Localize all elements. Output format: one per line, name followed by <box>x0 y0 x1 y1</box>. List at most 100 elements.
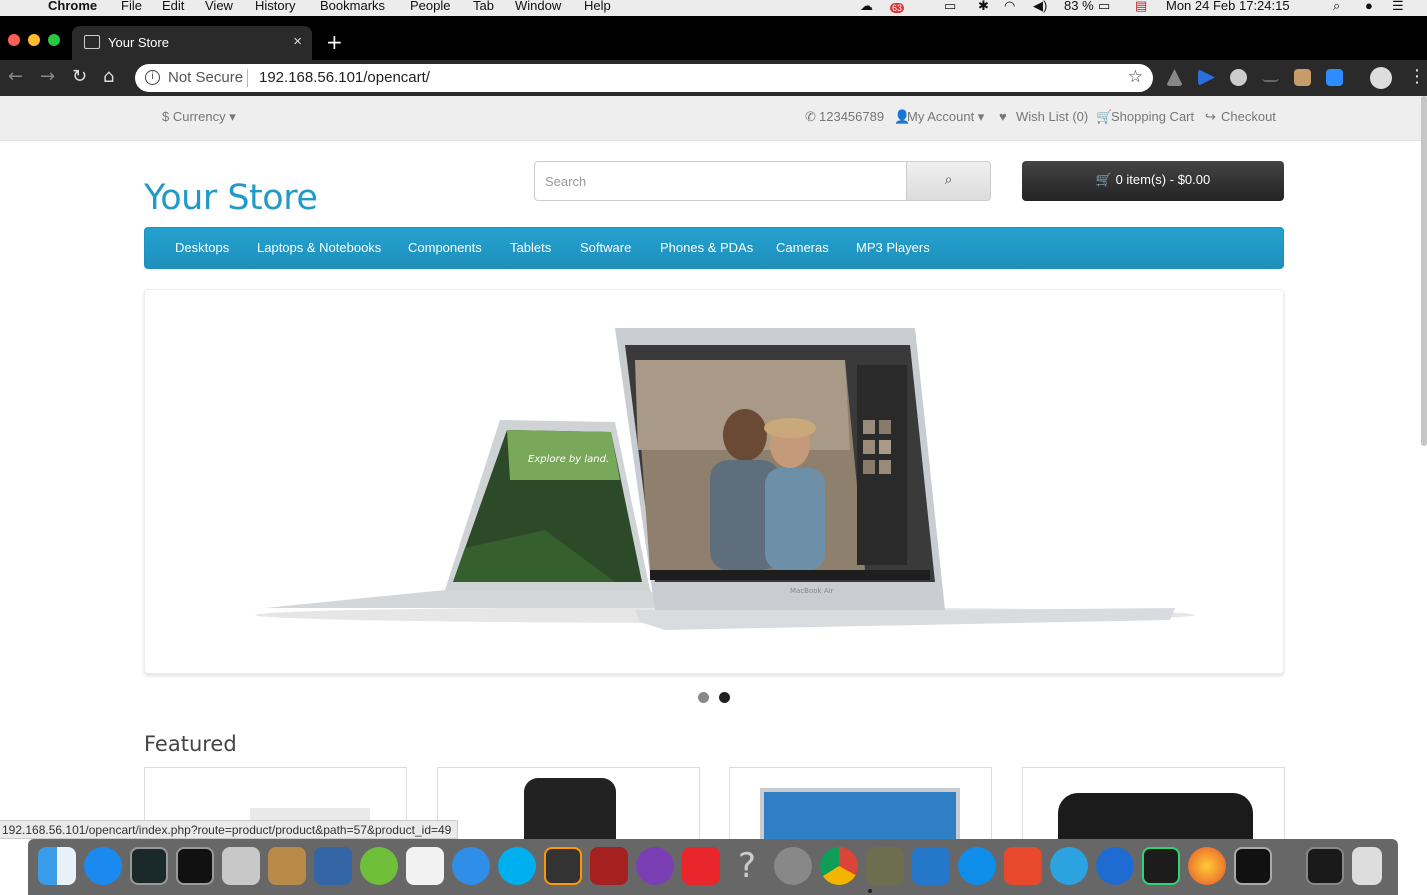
vscode-icon[interactable] <box>912 847 950 885</box>
wishlist-link[interactable]: Wish List (0) <box>1016 109 1088 124</box>
menu-edit[interactable]: Edit <box>162 0 184 13</box>
menu-software[interactable]: Software <box>580 240 631 255</box>
virtualbox-icon[interactable] <box>314 847 352 885</box>
slideshow-banner[interactable]: Explore by land. MacBook Air <box>144 289 1284 674</box>
menu-help[interactable]: Help <box>584 0 611 13</box>
console-icon[interactable] <box>1306 847 1344 885</box>
menu-history[interactable]: History <box>255 0 295 13</box>
spotlight-icon[interactable]: ⌕ <box>1333 0 1340 14</box>
profile-avatar[interactable] <box>1370 67 1392 89</box>
creative-cloud-icon[interactable]: ☁ <box>860 0 873 14</box>
menu-tab[interactable]: Tab <box>473 0 494 13</box>
chrome-menu-icon[interactable]: ⋮ <box>1408 66 1426 87</box>
security-label[interactable]: Not Secure <box>168 69 243 86</box>
zoom-window-button[interactable] <box>48 34 60 46</box>
menu-tablets[interactable]: Tablets <box>510 240 551 255</box>
checkout-link[interactable]: Checkout <box>1221 109 1276 124</box>
anydesk-icon[interactable] <box>682 847 720 885</box>
product-card-3[interactable] <box>729 767 992 839</box>
product-image-iphone[interactable] <box>524 778 616 839</box>
firefox-icon[interactable] <box>1188 847 1226 885</box>
airplay-icon[interactable]: ▭ <box>944 0 956 14</box>
menu-window[interactable]: Window <box>515 0 561 13</box>
reload-icon[interactable]: ↻ <box>72 66 87 87</box>
screen-recorder-icon[interactable] <box>1234 847 1272 885</box>
flag-icon[interactable]: ▤ <box>1135 0 1147 14</box>
close-tab-icon[interactable]: × <box>293 33 302 50</box>
shopping-cart-link[interactable]: Shopping Cart <box>1111 109 1194 124</box>
new-tab-button[interactable]: + <box>326 30 343 54</box>
back-icon[interactable]: ← <box>8 66 23 87</box>
teamviewer-icon[interactable] <box>958 847 996 885</box>
wifi-icon[interactable]: ◠ <box>1004 0 1015 14</box>
menu-bookmarks[interactable]: Bookmarks <box>320 0 385 13</box>
product-card-2[interactable] <box>437 767 700 839</box>
clock[interactable]: Mon 24 Feb 17:24:15 <box>1166 0 1290 13</box>
address-bar[interactable]: i Not Secure 192.168.56.101/opencart/ ☆ <box>135 64 1153 92</box>
home-icon[interactable]: ⌂ <box>103 66 114 87</box>
utorrent-icon[interactable] <box>360 847 398 885</box>
menu-cameras[interactable]: Cameras <box>776 240 829 255</box>
notification-center-icon[interactable]: ☰ <box>1392 0 1404 14</box>
store-logo[interactable]: Your Store <box>144 178 318 218</box>
menu-people[interactable]: People <box>410 0 450 13</box>
close-window-button[interactable] <box>8 34 20 46</box>
menu-laptops-notebooks[interactable]: Laptops & Notebooks <box>257 240 381 255</box>
gimp-icon[interactable] <box>866 847 904 885</box>
page-scrollbar[interactable] <box>1421 96 1427 446</box>
menu-mp3-players[interactable]: MP3 Players <box>856 240 930 255</box>
zoom-extension-icon[interactable] <box>1326 69 1343 86</box>
url-text[interactable]: 192.168.56.101/opencart/ <box>259 69 430 86</box>
currency-dropdown[interactable]: $ Currency ▾ <box>162 109 236 125</box>
menu-view[interactable]: View <box>205 0 233 13</box>
slide-indicator-1[interactable] <box>698 692 709 703</box>
circle-extension-icon[interactable] <box>1230 69 1247 86</box>
system-preferences-icon[interactable] <box>774 847 812 885</box>
terminal-icon[interactable] <box>176 847 214 885</box>
bluetooth-icon[interactable]: ✱ <box>978 0 989 14</box>
volume-icon[interactable]: ◀) <box>1033 0 1047 14</box>
pulse-extension-icon[interactable] <box>1262 72 1279 82</box>
product-card-4[interactable] <box>1022 767 1285 839</box>
avatar-extension-icon[interactable] <box>1294 69 1311 86</box>
network-app-icon[interactable] <box>1096 847 1134 885</box>
tab-your-store[interactable]: Your Store × <box>72 26 312 60</box>
help-question-icon[interactable]: ? <box>728 847 766 885</box>
safari-icon[interactable] <box>452 847 490 885</box>
finder-icon[interactable] <box>38 847 76 885</box>
menu-desktops[interactable]: Desktops <box>175 240 229 255</box>
forward-icon[interactable]: → <box>40 66 55 87</box>
menu-phones-pdas[interactable]: Phones & PDAs <box>660 240 753 255</box>
archive-utility-icon[interactable] <box>268 847 306 885</box>
activity-monitor-icon[interactable] <box>130 847 168 885</box>
slide-indicator-2[interactable] <box>719 692 730 703</box>
sublime-text-icon[interactable] <box>544 847 582 885</box>
product-image-monitor[interactable] <box>760 788 960 839</box>
photo-booth-icon[interactable] <box>590 847 628 885</box>
minimize-window-button[interactable] <box>28 34 40 46</box>
info-icon[interactable]: i <box>145 70 160 85</box>
my-account-link[interactable]: My Account ▾ <box>907 109 984 125</box>
telegram-icon[interactable] <box>1050 847 1088 885</box>
pycharm-icon[interactable] <box>1142 847 1180 885</box>
search-input[interactable]: Search <box>534 161 907 201</box>
share-icon: ↪ <box>1205 109 1216 124</box>
siri-icon[interactable]: ● <box>1365 0 1373 13</box>
tor-browser-icon[interactable] <box>636 847 674 885</box>
menubar-app-name[interactable]: Chrome <box>48 0 97 13</box>
skype-icon[interactable] <box>498 847 536 885</box>
menu-file[interactable]: File <box>121 0 142 13</box>
search-button[interactable]: ⌕ <box>906 161 991 201</box>
battery-percent[interactable]: 83 % <box>1064 0 1094 13</box>
calculator-icon[interactable] <box>222 847 260 885</box>
menu-components[interactable]: Components <box>408 240 482 255</box>
app-store-icon[interactable] <box>84 847 122 885</box>
phone-number[interactable]: 123456789 <box>819 109 884 124</box>
git-client-icon[interactable] <box>1004 847 1042 885</box>
bookmark-star-icon[interactable]: ☆ <box>1128 67 1143 87</box>
cart-button[interactable]: 🛒 0 item(s) - $0.00 <box>1022 161 1284 201</box>
chrome-icon[interactable] <box>820 847 858 885</box>
trash-icon[interactable] <box>1352 847 1382 885</box>
product-image-camera[interactable] <box>1058 793 1253 839</box>
text-document-icon[interactable] <box>406 847 444 885</box>
